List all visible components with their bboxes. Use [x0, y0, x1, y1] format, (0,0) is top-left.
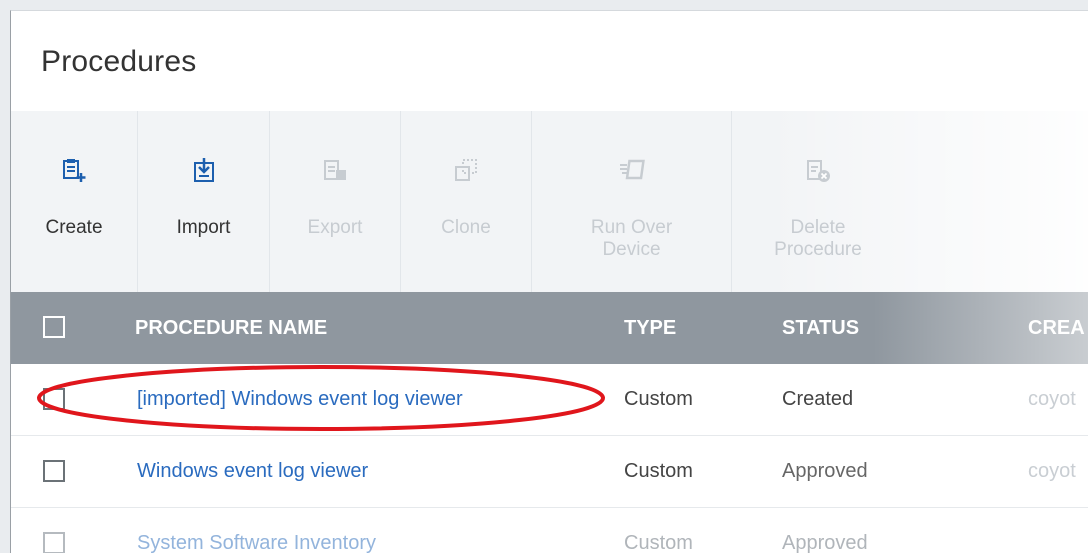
delete-procedure-label: Delete Procedure — [774, 217, 862, 260]
table-row[interactable]: System Software Inventory Custom Approve… — [11, 508, 1088, 553]
export-icon — [324, 160, 346, 180]
import-label: Import — [176, 217, 231, 238]
toolbar: Create Import Export Clone Run Over Devi… — [11, 111, 1088, 292]
table-header: PROCEDURE NAME TYPE STATUS CREA — [11, 292, 1088, 364]
column-procedure-name[interactable]: PROCEDURE NAME — [135, 292, 327, 364]
page-title: Procedures — [41, 45, 197, 78]
row-checkbox[interactable] — [43, 460, 65, 482]
procedure-name-link[interactable]: System Software Inventory — [137, 508, 376, 553]
procedure-type: Custom — [624, 532, 693, 553]
import-icon — [193, 158, 214, 182]
clone-icon — [455, 159, 477, 181]
procedure-type: Custom — [624, 460, 693, 482]
procedure-type: Custom — [624, 388, 693, 410]
export-label: Export — [307, 217, 363, 238]
run-over-device-icon — [619, 159, 645, 180]
procedures-panel: Procedures Create Import Export Clone Ru… — [10, 10, 1088, 553]
procedure-status: Approved — [782, 532, 868, 553]
column-created-by[interactable]: CREA — [1028, 292, 1085, 364]
create-label: Create — [45, 217, 103, 238]
row-checkbox[interactable] — [43, 388, 65, 410]
procedure-created-by: coyot — [1028, 388, 1076, 410]
run-over-device-label: Run Over Device — [590, 217, 673, 260]
select-all-checkbox[interactable] — [43, 316, 65, 338]
clone-label: Clone — [441, 217, 491, 238]
import-button[interactable]: Import — [138, 111, 270, 292]
procedure-name-link[interactable]: [imported] Windows event log viewer — [137, 364, 463, 435]
column-type[interactable]: TYPE — [624, 292, 676, 364]
clone-button[interactable]: Clone — [401, 111, 532, 292]
table-row[interactable]: [imported] Windows event log viewer Cust… — [11, 364, 1088, 436]
delete-procedure-icon — [807, 160, 830, 182]
create-procedure-icon — [63, 159, 86, 182]
procedure-name-link[interactable]: Windows event log viewer — [137, 436, 368, 507]
procedure-status: Approved — [782, 460, 868, 482]
delete-procedure-button[interactable]: Delete Procedure — [732, 111, 904, 292]
create-button[interactable]: Create — [11, 111, 138, 292]
column-status[interactable]: STATUS — [782, 292, 859, 364]
run-over-device-button[interactable]: Run Over Device — [532, 111, 732, 292]
row-checkbox[interactable] — [43, 532, 65, 553]
procedure-status: Created — [782, 388, 854, 410]
procedure-created-by: coyot — [1028, 460, 1076, 482]
table-row[interactable]: Windows event log viewer Custom Approved… — [11, 436, 1088, 508]
export-button[interactable]: Export — [270, 111, 401, 292]
